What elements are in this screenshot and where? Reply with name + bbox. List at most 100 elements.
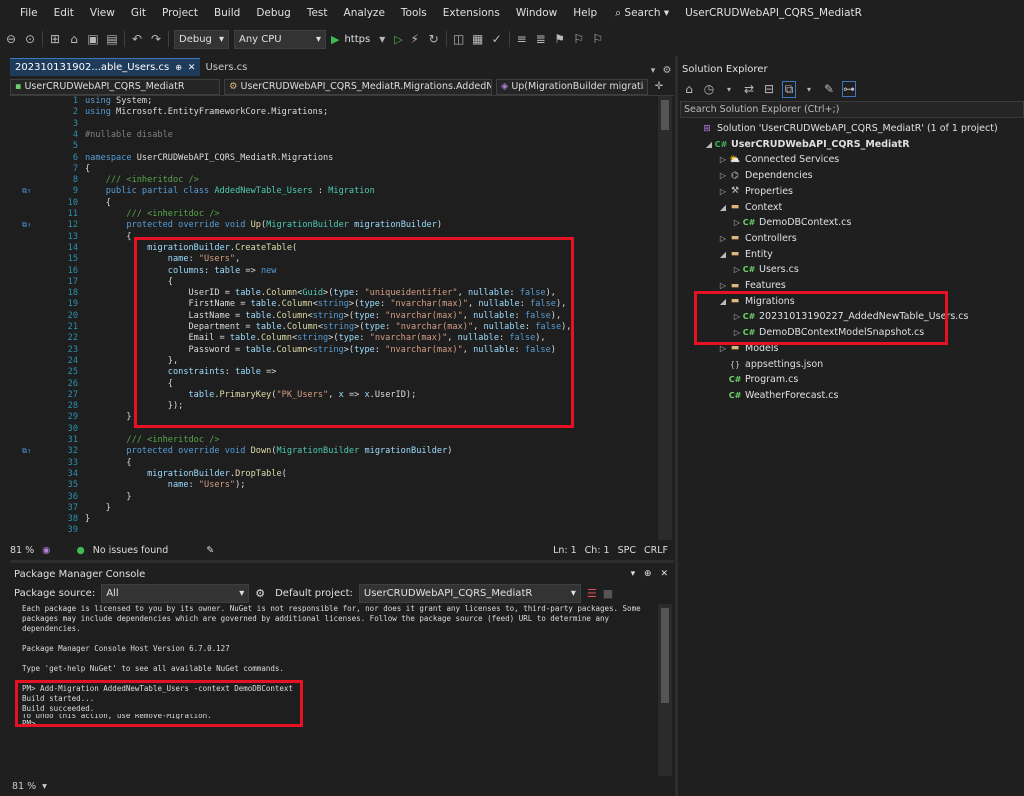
tab-overflow-icon[interactable]: ▾ [646,66,660,76]
issues-status[interactable]: No issues found [93,545,169,556]
tree-item[interactable]: ▷ C# DemoDBContext.cs [732,215,851,230]
editor-scrollbar-thumb[interactable] [661,100,669,130]
code-line[interactable]: #nullable disable [85,130,173,140]
chevron-down-icon[interactable]: ▾ [802,85,816,94]
tree-item[interactable]: ▷ ⛅ Connected Services [718,152,839,167]
menu-item-file[interactable]: File [0,7,46,19]
switch-views-icon[interactable]: ⧉ [782,80,796,98]
search-button[interactable]: ⌕ Search ▾ [615,7,669,20]
tree-item[interactable]: ▷ ▬ Controllers [718,231,797,246]
code-line[interactable]: using Microsoft.EntityFrameworkCore.Migr… [85,107,328,117]
forward-icon[interactable]: ⊙ [23,32,37,46]
tree-item[interactable]: ▷ C# Users.cs [732,262,799,277]
code-line[interactable]: } [85,514,90,524]
project-nav-dropdown[interactable]: ▪ UserCRUDWebAPI_CQRS_MediatR [10,78,220,95]
collapsed-arrow-icon[interactable]: ▷ [718,234,728,243]
collapse-all-icon[interactable]: ⊟ [762,82,776,96]
code-line[interactable]: { [85,458,131,468]
configuration-dropdown[interactable]: Debug ▾ [174,29,229,49]
menu-item-tools[interactable]: Tools [393,7,435,19]
copilot-icon[interactable]: ◉ [42,545,50,556]
brush-icon[interactable]: ✎ [206,545,214,556]
spacing-mode[interactable]: SPC [618,545,636,556]
pin-icon[interactable]: ⊕ [175,63,182,72]
wrench-icon[interactable]: ✎ [822,82,836,96]
code-line[interactable]: migrationBuilder.DropTable( [85,469,287,479]
code-line[interactable]: /// <inheritdoc /> [85,175,199,185]
tab-users-file[interactable]: Users.cs [200,58,252,76]
collapsed-arrow-icon[interactable]: ▷ [732,265,742,274]
code-line[interactable]: { [85,164,90,174]
chevron-down-icon[interactable]: ▾ [42,781,47,792]
collapsed-arrow-icon[interactable]: ▷ [718,187,728,196]
code-line[interactable]: { [85,232,131,242]
solution-icon[interactable]: ◫ [452,32,466,46]
tree-item[interactable]: ◢ ▬ Context [718,200,782,215]
line-ending[interactable]: CRLF [644,545,668,556]
panel-divider[interactable] [10,560,674,563]
tree-item[interactable]: ◢ ▬ Entity [718,247,773,262]
chevron-down-icon[interactable]: ▾ [722,85,736,94]
tree-item[interactable]: {} appsettings.json [718,357,823,372]
menu-item-test[interactable]: Test [299,7,336,19]
clear-console-icon[interactable]: ☰ [587,587,597,600]
expanded-arrow-icon[interactable]: ◢ [718,203,728,212]
menu-item-analyze[interactable]: Analyze [336,7,393,19]
layout-icon[interactable]: ▦ [471,32,485,46]
preview-icon[interactable]: ⊶ [842,81,856,97]
tree-item[interactable]: ◢ C# UserCRUDWebAPI_CQRS_MediatR [704,137,910,152]
chevron-down-icon[interactable]: ▾ [631,569,636,579]
tree-item[interactable]: C# WeatherForecast.cs [718,388,839,403]
code-line[interactable]: protected override void Down(MigrationBu… [85,446,452,456]
zoom-level[interactable]: 81 % [10,545,34,556]
close-icon[interactable]: ✕ [660,569,668,579]
member-nav-dropdown[interactable]: ◈ Up(MigrationBuilder migrati [496,78,648,95]
tree-item[interactable]: ▷ ⌬ Dependencies [718,168,813,183]
menu-item-extensions[interactable]: Extensions [435,7,508,19]
collapsed-arrow-icon[interactable]: ▷ [718,344,728,353]
start-without-debug-icon[interactable]: ▷ [394,33,402,46]
package-source-dropdown[interactable]: All ▾ [101,583,250,603]
stop-icon[interactable]: ■ [603,587,613,600]
code-line[interactable]: } [85,492,131,502]
comment-icon[interactable]: ≡ [515,32,529,46]
class-nav-dropdown[interactable]: ⚙ UserCRUDWebAPI_CQRS_MediatR.Migrations… [224,78,492,95]
menu-item-project[interactable]: Project [154,7,206,19]
redo-icon[interactable]: ↷ [149,32,163,46]
save-all-icon[interactable]: ▤ [105,32,119,46]
menu-item-view[interactable]: View [82,7,123,19]
vertical-divider[interactable] [675,56,678,796]
tree-item[interactable]: ▷ ⚒ Properties [718,184,793,199]
code-line[interactable]: protected override void Up(MigrationBuil… [85,220,442,230]
expanded-arrow-icon[interactable]: ◢ [704,140,714,149]
code-line[interactable]: } [85,503,111,513]
solution-explorer-search[interactable]: Search Solution Explorer (Ctrl+;) [680,101,1024,118]
menu-item-build[interactable]: Build [206,7,248,19]
code-line[interactable]: /// <inheritdoc /> [85,209,219,219]
platform-dropdown[interactable]: Any CPU ▾ [234,29,326,49]
code-line[interactable]: { [85,198,111,208]
collapsed-arrow-icon[interactable]: ▷ [718,281,728,290]
home-icon[interactable]: ⌂ [682,82,696,96]
gear-icon[interactable]: ⚙ [660,65,674,76]
code-line[interactable]: using System; [85,96,152,106]
refresh-icon[interactable]: ↻ [427,32,441,46]
bookmark-icon[interactable]: ⚑ [553,32,567,46]
code-line[interactable]: public partial class AddedNewTable_Users… [85,186,375,196]
bookmark-next-icon[interactable]: ⚐ [572,32,586,46]
pin-icon[interactable]: ⊕ [644,569,652,579]
tab-migration-file[interactable]: 202310131902...able_Users.cs ⊕ ✕ [10,58,201,76]
back-icon[interactable]: ⊖ [4,32,18,46]
gear-icon[interactable]: ⚙ [255,587,265,600]
override-marker-icon[interactable]: ⧉↑ [22,187,31,196]
hot-reload-icon[interactable]: ⚡ [408,32,422,46]
save-icon[interactable]: ▣ [86,32,100,46]
pmc-scrollbar-thumb[interactable] [661,608,669,703]
close-icon[interactable]: ✕ [188,63,196,73]
code-line[interactable]: namespace UserCRUDWebAPI_CQRS_MediatR.Mi… [85,153,333,163]
uncomment-icon[interactable]: ≣ [534,32,548,46]
override-marker-icon[interactable]: ⧉↑ [22,447,31,456]
tree-item[interactable]: C# Program.cs [718,372,799,387]
menu-item-edit[interactable]: Edit [46,7,82,19]
split-icon[interactable]: ✛ [652,81,666,92]
